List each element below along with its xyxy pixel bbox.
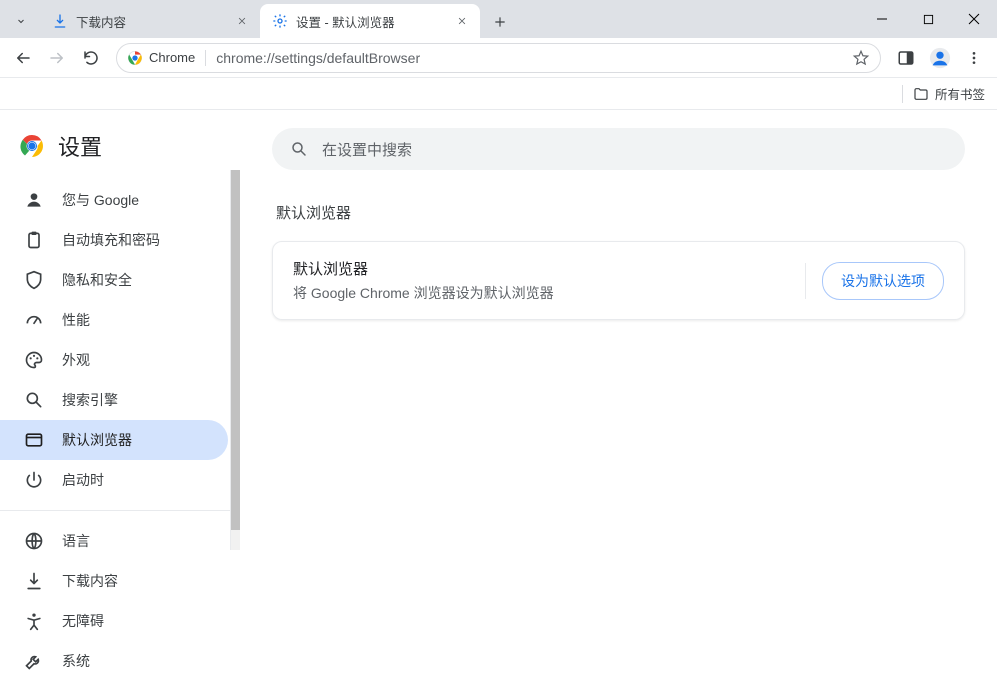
profile-button[interactable] [925, 43, 955, 73]
settings-main: 在设置中搜索 默认浏览器 默认浏览器 将 Google Chrome 浏览器设为… [240, 110, 997, 675]
sidebar-item-label: 外观 [62, 350, 90, 370]
sidebar-item-label: 启动时 [62, 470, 104, 490]
search-icon [290, 140, 308, 158]
close-icon[interactable] [234, 13, 250, 29]
all-bookmarks-label: 所有书签 [935, 84, 985, 103]
window-icon [24, 430, 44, 450]
sidebar-item-label: 系统 [62, 651, 90, 671]
sidebar-item-label: 自动填充和密码 [62, 230, 160, 250]
speedometer-icon [24, 310, 44, 330]
forward-button[interactable] [42, 43, 72, 73]
folder-icon [913, 86, 929, 102]
chrome-logo-icon [127, 50, 143, 66]
settings-page: 设置 您与 Google 自动填充和密码 隐私和安全 性能 外观 搜索引擎 [0, 110, 997, 675]
all-bookmarks-button[interactable]: 所有书签 [913, 84, 985, 103]
sidebar-item-label: 搜索引擎 [62, 390, 118, 410]
sidebar-item-label: 语言 [62, 531, 90, 551]
profile-icon [929, 47, 951, 69]
reload-icon [82, 49, 100, 67]
close-window-button[interactable] [951, 0, 997, 38]
download-icon [24, 571, 44, 591]
search-placeholder: 在设置中搜索 [322, 139, 412, 160]
sidebar-item-you-and-google[interactable]: 您与 Google [0, 180, 228, 220]
power-icon [24, 470, 44, 490]
arrow-left-icon [14, 49, 32, 67]
sidebar-item-privacy[interactable]: 隐私和安全 [0, 260, 228, 300]
kebab-icon [966, 50, 982, 66]
window-controls [859, 0, 997, 38]
card-subtitle: 将 Google Chrome 浏览器设为默认浏览器 [293, 283, 554, 303]
shield-icon [24, 270, 44, 290]
search-icon [24, 390, 44, 410]
download-icon [52, 13, 68, 29]
sidebar-item-system[interactable]: 系统 [0, 641, 228, 675]
toolbar: Chrome chrome://settings/defaultBrowser [0, 38, 997, 78]
gear-icon [272, 13, 288, 29]
sidebar-item-label: 默认浏览器 [62, 430, 132, 450]
site-chip[interactable]: Chrome [127, 50, 206, 66]
default-browser-card: 默认浏览器 将 Google Chrome 浏览器设为默认浏览器 设为默认选项 [272, 241, 965, 320]
sidebar-header: 设置 [0, 124, 240, 180]
new-tab-button[interactable] [486, 8, 514, 36]
arrow-right-icon [48, 49, 66, 67]
sidebar-item-accessibility[interactable]: 无障碍 [0, 601, 228, 641]
section-title: 默认浏览器 [276, 202, 961, 223]
sidebar-item-performance[interactable]: 性能 [0, 300, 228, 340]
tab-title: 下载内容 [76, 12, 234, 31]
chrome-logo-icon [20, 134, 44, 158]
palette-icon [24, 350, 44, 370]
set-default-button[interactable]: 设为默认选项 [822, 262, 944, 300]
divider [902, 85, 903, 103]
tab-search-button[interactable] [6, 6, 36, 36]
sidebar-item-label: 性能 [62, 310, 90, 330]
back-button[interactable] [8, 43, 38, 73]
accessibility-icon [24, 611, 44, 631]
sidebar-item-default-browser[interactable]: 默认浏览器 [0, 420, 228, 460]
maximize-button[interactable] [905, 0, 951, 38]
star-icon [852, 49, 870, 67]
sidebar-item-label: 隐私和安全 [62, 270, 132, 290]
clipboard-icon [24, 230, 44, 250]
tab-settings[interactable]: 设置 - 默认浏览器 [260, 4, 480, 38]
url-text: chrome://settings/defaultBrowser [216, 50, 852, 66]
sidebar-item-languages[interactable]: 语言 [0, 521, 228, 561]
sidebar-scrollbar[interactable] [230, 170, 240, 550]
tab-strip: 下载内容 设置 - 默认浏览器 [0, 0, 997, 38]
close-icon[interactable] [454, 13, 470, 29]
wrench-icon [24, 651, 44, 671]
bookmarks-bar: 所有书签 [0, 78, 997, 110]
chevron-down-icon [15, 15, 27, 27]
card-title: 默认浏览器 [293, 258, 554, 279]
side-panel-button[interactable] [891, 43, 921, 73]
sidebar-item-downloads[interactable]: 下载内容 [0, 561, 228, 601]
sidebar-item-search-engine[interactable]: 搜索引擎 [0, 380, 228, 420]
sidebar-item-label: 无障碍 [62, 611, 104, 631]
sidebar-item-appearance[interactable]: 外观 [0, 340, 228, 380]
sidebar-item-on-startup[interactable]: 启动时 [0, 460, 228, 500]
scrollbar-thumb[interactable] [231, 170, 240, 530]
plus-icon [493, 15, 507, 29]
reload-button[interactable] [76, 43, 106, 73]
settings-search-input[interactable]: 在设置中搜索 [272, 128, 965, 170]
menu-button[interactable] [959, 43, 989, 73]
sidebar-item-label: 您与 Google [62, 190, 139, 210]
side-panel-icon [897, 49, 915, 67]
person-icon [24, 190, 44, 210]
site-chip-label: Chrome [149, 50, 195, 65]
sidebar-item-label: 下载内容 [62, 571, 118, 591]
sidebar-item-autofill[interactable]: 自动填充和密码 [0, 220, 228, 260]
settings-title: 设置 [58, 130, 102, 162]
bookmark-star-button[interactable] [852, 49, 870, 67]
globe-icon [24, 531, 44, 551]
minimize-button[interactable] [859, 0, 905, 38]
divider [0, 510, 240, 511]
settings-sidebar: 设置 您与 Google 自动填充和密码 隐私和安全 性能 外观 搜索引擎 [0, 110, 240, 675]
divider [805, 263, 806, 299]
tab-title: 设置 - 默认浏览器 [296, 12, 454, 31]
omnibox[interactable]: Chrome chrome://settings/defaultBrowser [116, 43, 881, 73]
tab-downloads[interactable]: 下载内容 [40, 4, 260, 38]
